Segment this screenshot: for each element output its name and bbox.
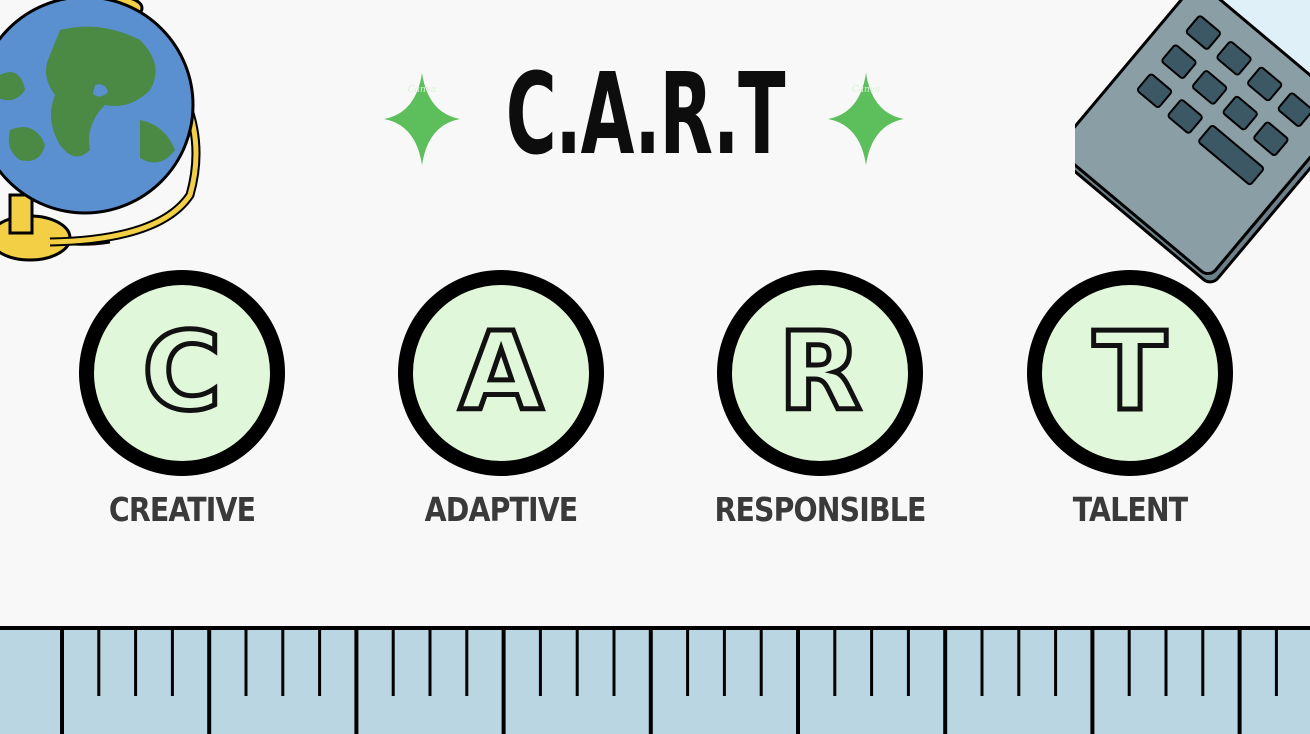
sparkle-watermark: Canva	[851, 85, 881, 95]
badge-circle: R	[717, 270, 923, 476]
title-group: Canva C.A.R.T Canva	[380, 45, 910, 185]
badge-a: A	[398, 270, 604, 476]
badge-circle: T	[1027, 270, 1233, 476]
slide: Canva C.A.R.T Canva C CREATIVE A ADAPTIV…	[0, 0, 1310, 734]
badge-word-adaptive: ADAPTIVE	[424, 490, 579, 529]
badge-circle: C	[79, 270, 285, 476]
badge-letter: T	[1091, 310, 1170, 435]
badge-letter: A	[457, 310, 546, 435]
badge-t: T	[1027, 270, 1233, 476]
badge-r: R	[717, 270, 923, 476]
badge-letter: C	[140, 310, 224, 435]
badge-letter: R	[776, 310, 864, 435]
badge-c: C	[79, 270, 285, 476]
ruler-icon	[0, 626, 1310, 734]
badge-word-talent: TALENT	[1072, 490, 1188, 529]
calculator-icon	[1075, 0, 1310, 284]
badge-word-creative: CREATIVE	[108, 490, 256, 529]
sparkle-watermark: Canva	[407, 85, 437, 95]
page-title: C.A.R.T	[505, 50, 786, 180]
badge-word-responsible: RESPONSIBLE	[714, 490, 926, 529]
globe-icon	[0, 0, 201, 262]
badge-circle: A	[398, 270, 604, 476]
